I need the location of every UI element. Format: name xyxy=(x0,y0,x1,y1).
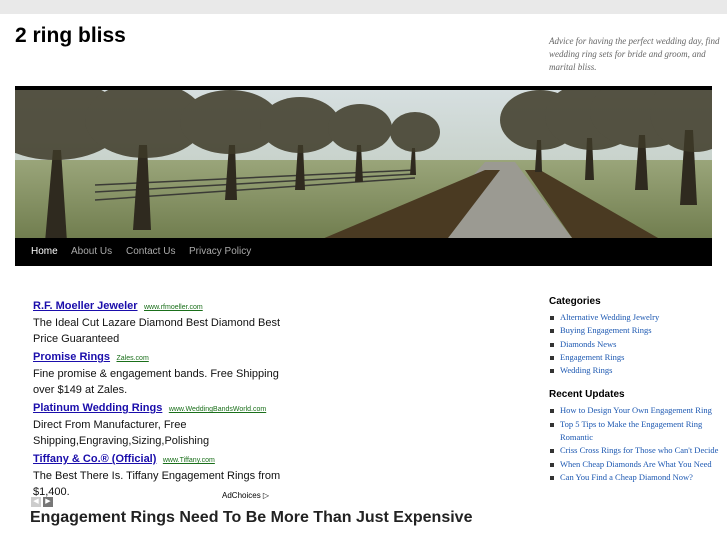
ad-pagination: ◀ ▶ xyxy=(31,490,55,508)
adchoices-icon: ▷ xyxy=(262,491,270,500)
post-title[interactable]: Engagement Rings Need To Be More Than Ju… xyxy=(30,509,472,527)
sidebar: Categories Alternative Wedding Jewelry B… xyxy=(549,296,719,496)
recent-post-link[interactable]: How to Design Your Own Engagement Ring xyxy=(549,404,719,417)
ad-item: Promise Rings Zales.com Fine promise & e… xyxy=(33,349,283,398)
chevron-right-icon[interactable]: ▶ xyxy=(43,497,53,507)
category-link[interactable]: Diamonds News xyxy=(549,338,719,351)
recent-post-link[interactable]: Can You Find a Cheap Diamond Now? xyxy=(549,471,719,484)
ad-url-link[interactable]: Zales.com xyxy=(116,355,148,362)
site-description: Advice for having the perfect wedding da… xyxy=(549,36,720,72)
chevron-left-icon[interactable]: ◀ xyxy=(31,497,41,507)
ad-text: The Ideal Cut Lazare Diamond Best Diamon… xyxy=(33,317,281,345)
nav-item-about-us[interactable]: About Us xyxy=(71,238,112,266)
site-title[interactable]: 2 ring bliss xyxy=(15,24,126,48)
ad-item: R.F. Moeller Jeweler www.rfmoeller.com T… xyxy=(33,298,283,347)
ad-title-link[interactable]: Platinum Wedding Rings xyxy=(33,402,162,414)
ad-text: Direct From Manufacturer, Free Shipping,… xyxy=(33,419,210,447)
category-link[interactable]: Buying Engagement Rings xyxy=(549,324,719,337)
recent-post-link[interactable]: Criss Cross Rings for Those who Can't De… xyxy=(549,444,719,457)
ad-url-link[interactable]: www.Tiffany.com xyxy=(163,457,215,464)
ad-url-link[interactable]: www.WeddingBandsWorld.com xyxy=(169,406,266,413)
categories-heading: Categories xyxy=(549,296,601,307)
main-nav: Home About Us Contact Us Privacy Policy xyxy=(15,238,712,266)
recent-updates-list: How to Design Your Own Engagement Ring T… xyxy=(549,404,719,484)
ad-item: Platinum Wedding Rings www.WeddingBandsW… xyxy=(33,400,283,449)
recent-updates-heading: Recent Updates xyxy=(549,389,625,401)
ad-title-link[interactable]: Promise Rings xyxy=(33,351,110,363)
category-link[interactable]: Engagement Rings xyxy=(549,351,719,364)
adchoices-link[interactable]: AdChoices ▷ xyxy=(222,491,269,500)
header-image xyxy=(15,86,712,242)
ad-url-link[interactable]: www.rfmoeller.com xyxy=(144,304,203,311)
recent-post-link[interactable]: Top 5 Tips to Make the Engagement Ring R… xyxy=(549,418,719,445)
ad-text: Fine promise & engagement bands. Free Sh… xyxy=(33,368,279,396)
categories-list: Alternative Wedding Jewelry Buying Engag… xyxy=(549,311,719,377)
nav-item-contact-us[interactable]: Contact Us xyxy=(126,238,175,266)
recent-post-link[interactable]: When Cheap Diamonds Are What You Need xyxy=(549,458,719,471)
adchoices-label: AdChoices xyxy=(222,491,261,500)
nav-item-privacy-policy[interactable]: Privacy Policy xyxy=(189,238,251,266)
ad-block: R.F. Moeller Jeweler www.rfmoeller.com T… xyxy=(33,298,283,502)
category-link[interactable]: Wedding Rings xyxy=(549,364,719,377)
ad-title-link[interactable]: Tiffany & Co.® (Official) xyxy=(33,453,156,465)
nav-item-home[interactable]: Home xyxy=(31,238,58,266)
ad-title-link[interactable]: R.F. Moeller Jeweler xyxy=(33,300,138,312)
category-link[interactable]: Alternative Wedding Jewelry xyxy=(549,311,719,324)
